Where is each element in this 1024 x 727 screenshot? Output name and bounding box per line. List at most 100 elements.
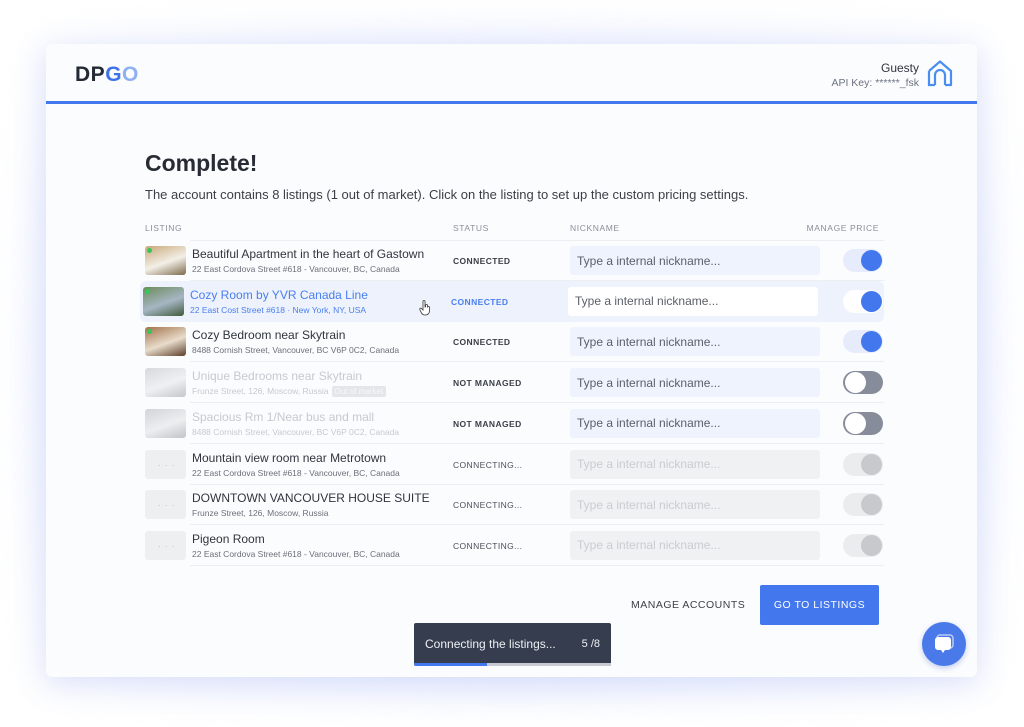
nickname-input[interactable] <box>568 286 818 316</box>
connecting-toast: Connecting the listings... 5 /8 <box>414 623 611 666</box>
listing-thumbnail-placeholder: · · · <box>145 530 186 560</box>
status-label: CONNECTING... <box>453 500 523 511</box>
listing-name[interactable]: Beautiful Apartment in the heart of Gast… <box>192 247 424 261</box>
listing-address: 22 East Cordova Street #618 - Vancouver,… <box>192 468 400 478</box>
manage-price-toggle[interactable] <box>843 452 883 476</box>
status-label: NOT MANAGED <box>453 418 522 429</box>
out-of-market-badge: Out of market <box>331 386 386 398</box>
listing-row[interactable]: Spacious Rm 1/Near bus and mall 8488 Corn… <box>142 403 884 444</box>
listing-name[interactable]: Cozy Bedroom near Skytrain <box>192 328 345 342</box>
manage-price-toggle[interactable] <box>843 289 883 313</box>
header-manage-price: MANAGE PRICE <box>806 223 879 233</box>
listing-address-text: 8488 Cornish Street, Vancouver, BC V6P 0… <box>192 426 400 437</box>
listing-address: Frunze Street, 126, Moscow, Russia Out of… <box>192 386 386 398</box>
hand-cursor-icon <box>419 300 430 316</box>
toggle-knob <box>861 290 882 312</box>
chat-button[interactable] <box>922 622 966 666</box>
status-label: CONNECTING... <box>453 540 523 551</box>
listing-row[interactable]: · · · Pigeon Room 22 East Cordova Street #… <box>142 525 884 566</box>
nickname-input[interactable] <box>570 327 820 357</box>
toggle-knob <box>861 331 882 353</box>
chat-icon <box>935 634 954 653</box>
listing-name[interactable]: Unique Bedrooms near Skytrain <box>192 369 362 383</box>
listing-thumbnail <box>145 246 186 275</box>
toggle-knob <box>861 453 882 475</box>
account-info: Guesty API Key: ******_fsk <box>831 61 919 89</box>
listing-thumbnail <box>145 368 186 398</box>
status-label: NOT MANAGED <box>453 378 522 389</box>
listing-thumbnail-placeholder: · · · <box>145 490 186 520</box>
status-label: CONNECTED <box>451 296 509 307</box>
listing-name[interactable]: Cozy Room by YVR Canada Line <box>190 288 368 302</box>
listing-row[interactable]: · · · Mountain view room near Metrotown 22… <box>142 444 884 485</box>
listing-thumbnail-placeholder: · · · <box>145 449 186 479</box>
go-to-listings-button[interactable]: GO TO LISTINGS <box>760 585 879 625</box>
logo-text-g: G <box>105 63 123 86</box>
listing-row[interactable]: · · · DOWNTOWN VANCOUVER HOUSE SUITE Frunz… <box>142 484 884 526</box>
api-key: API Key: ******_fsk <box>831 77 919 89</box>
listing-address-text: 22 East Cordova Street #618 - Vancouver,… <box>192 467 400 478</box>
listing-row[interactable]: Beautiful Apartment in the heart of Gast… <box>142 240 884 281</box>
progress-track <box>414 663 611 666</box>
toggle-knob <box>861 534 882 556</box>
nickname-input[interactable] <box>570 408 820 438</box>
listing-row[interactable]: Cozy Bedroom near Skytrain 8488 Cornish S… <box>142 321 884 363</box>
listing-name[interactable]: Spacious Rm 1/Near bus and mall <box>192 410 374 424</box>
status-label: CONNECTED <box>453 337 511 348</box>
listing-address-text: Frunze Street, 126, Moscow, Russia <box>192 508 329 519</box>
logo-text-o: O <box>122 63 139 86</box>
account-name: Guesty <box>880 61 919 75</box>
listing-address-text: 22 East Cordova Street #618 - Vancouver,… <box>192 548 400 559</box>
nickname-input[interactable] <box>570 490 820 520</box>
nickname-input[interactable] <box>570 449 820 479</box>
listing-address-text: 22 East Cordova Street #618 - Vancouver,… <box>192 264 400 274</box>
listing-address: 22 East Cordova Street #618 - Vancouver,… <box>192 549 400 559</box>
listing-name[interactable]: DOWNTOWN VANCOUVER HOUSE SUITE <box>192 491 430 505</box>
nickname-input[interactable] <box>570 368 820 398</box>
manage-price-toggle[interactable] <box>843 533 883 557</box>
manage-price-toggle[interactable] <box>843 493 883 517</box>
status-label: CONNECTING... <box>453 459 523 470</box>
page-subtitle: The account contains 8 listings (1 out o… <box>145 187 749 202</box>
logo-text-dp: DP <box>75 63 106 86</box>
home-icon[interactable] <box>926 59 954 87</box>
listing-row[interactable]: Unique Bedrooms near Skytrain Frunze Stre… <box>142 362 884 404</box>
header-nickname: NICKNAME <box>570 223 620 233</box>
header: DPGO Guesty API Key: ******_fsk <box>46 44 977 104</box>
toggle-knob <box>845 372 866 394</box>
listing-thumbnail <box>145 327 186 357</box>
logo[interactable]: DPGO <box>75 63 139 87</box>
manage-price-toggle[interactable] <box>843 249 883 272</box>
toast-count: 5 /8 <box>581 638 600 650</box>
loading-dots-icon: · · · <box>158 501 176 511</box>
manage-price-toggle[interactable] <box>843 330 883 354</box>
listing-name[interactable]: Pigeon Room <box>192 532 265 546</box>
listing-row[interactable]: Cozy Room by YVR Canada Line 22 East Cost… <box>140 280 884 322</box>
listing-address: 8488 Cornish Street, Vancouver, BC V6P 0… <box>192 345 399 355</box>
main-card: DPGO Guesty API Key: ******_fsk Complete… <box>46 44 977 677</box>
status-label: CONNECTED <box>453 256 511 266</box>
toast-text: Connecting the listings... <box>425 637 556 651</box>
nickname-input[interactable] <box>570 246 820 275</box>
listing-name[interactable]: Mountain view room near Metrotown <box>192 451 386 465</box>
listing-address: 22 East Cost Street #618 · New York, NY,… <box>190 305 366 315</box>
listing-thumbnail <box>145 408 186 438</box>
manage-price-toggle[interactable] <box>843 411 883 435</box>
listing-address: 22 East Cordova Street #618 - Vancouver,… <box>192 264 400 274</box>
progress-fill <box>414 663 487 666</box>
nickname-input[interactable] <box>570 530 820 560</box>
toggle-knob <box>845 412 866 434</box>
header-status: STATUS <box>453 223 489 233</box>
loading-dots-icon: · · · <box>158 541 176 551</box>
manage-accounts-button[interactable]: MANAGE ACCOUNTS <box>631 599 745 611</box>
loading-dots-icon: · · · <box>158 460 176 470</box>
header-listing: LISTING <box>145 223 183 233</box>
toggle-knob <box>861 494 882 516</box>
listing-thumbnail <box>143 286 184 316</box>
listing-address: Frunze Street, 126, Moscow, Russia <box>192 508 329 518</box>
listing-address-text: 8488 Cornish Street, Vancouver, BC V6P 0… <box>192 345 400 356</box>
online-status-dot <box>147 329 152 335</box>
online-status-dot <box>145 288 150 294</box>
manage-price-toggle[interactable] <box>843 371 883 395</box>
listing-address: 8488 Cornish Street, Vancouver, BC V6P 0… <box>192 427 399 437</box>
